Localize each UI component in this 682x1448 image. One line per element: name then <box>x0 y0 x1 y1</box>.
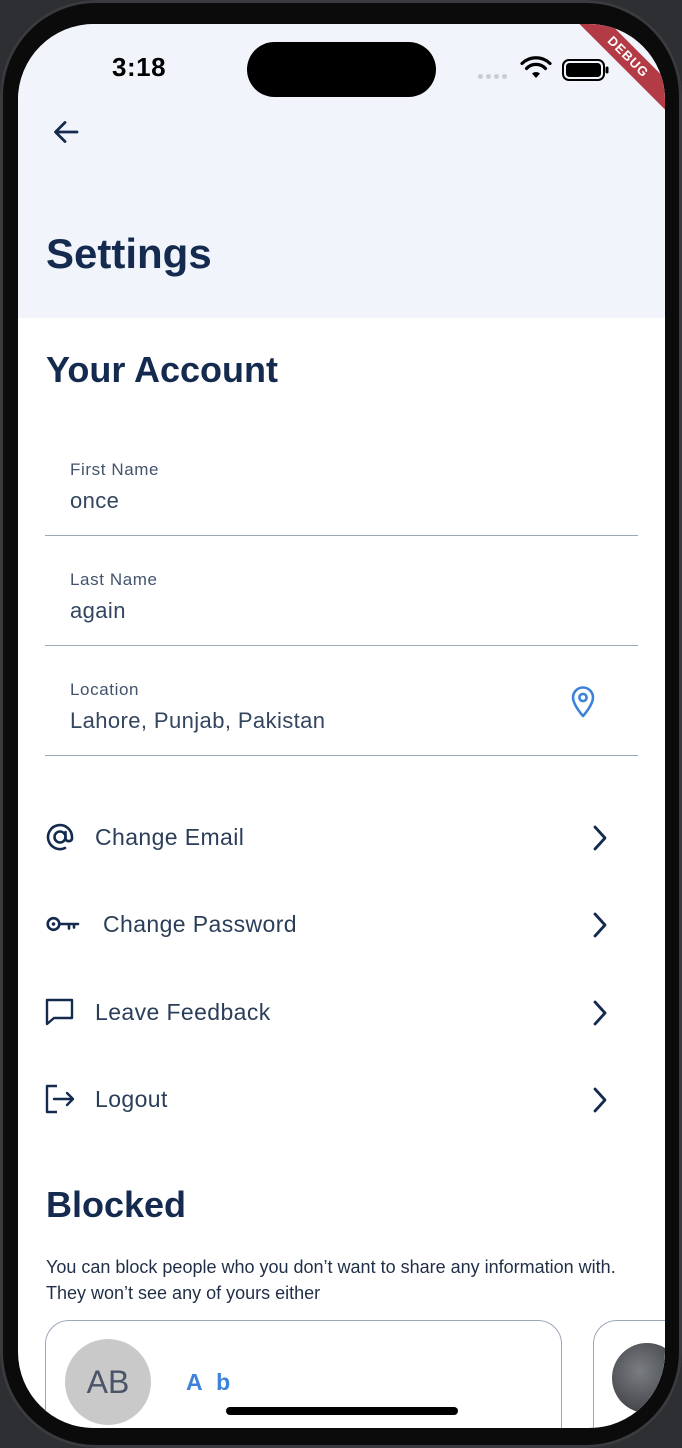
first-name-value: once <box>70 488 120 513</box>
app-bar: 3:18 DEBUG Settings <box>18 24 665 318</box>
page-title: Settings <box>46 230 212 277</box>
back-button[interactable] <box>48 114 84 150</box>
leave-feedback-label: Leave Feedback <box>95 999 271 1025</box>
logout-icon <box>45 1084 75 1114</box>
chevron-right-icon <box>593 1087 607 1113</box>
logout-label: Logout <box>95 1086 168 1112</box>
chevron-right-icon <box>593 912 607 938</box>
first-name-field[interactable]: First Name once <box>45 426 638 536</box>
leave-feedback-item[interactable]: Leave Feedback <box>45 983 638 1043</box>
location-pin-icon[interactable] <box>570 686 596 718</box>
wifi-icon <box>520 56 552 78</box>
dynamic-island <box>247 42 436 97</box>
cellular-signal-icon <box>478 74 507 79</box>
chevron-right-icon <box>593 1000 607 1026</box>
status-time: 3:18 <box>112 52 167 82</box>
phone-frame: 3:18 DEBUG Settings Your Account First N… <box>0 0 682 1448</box>
last-name-value: again <box>70 598 126 623</box>
location-value: Lahore, Punjab, Pakistan <box>70 708 326 733</box>
change-email-label: Change Email <box>95 824 245 850</box>
location-field[interactable]: Location Lahore, Punjab, Pakistan <box>45 646 638 756</box>
blocked-user-name: A b <box>186 1369 235 1395</box>
your-account-heading: Your Account <box>46 349 278 390</box>
home-indicator <box>226 1407 458 1415</box>
logout-item[interactable]: Logout <box>45 1070 638 1130</box>
battery-icon <box>562 59 609 81</box>
avatar <box>612 1343 665 1413</box>
app-screen: 3:18 DEBUG Settings Your Account First N… <box>18 24 665 1428</box>
blocked-user-card[interactable] <box>593 1320 665 1428</box>
chevron-right-icon <box>593 825 607 851</box>
last-name-field[interactable]: Last Name again <box>45 536 638 646</box>
at-icon <box>46 823 74 851</box>
last-name-label: Last Name <box>70 570 158 589</box>
chat-bubble-icon <box>45 998 74 1026</box>
key-icon <box>46 916 80 932</box>
change-email-item[interactable]: Change Email <box>45 808 638 868</box>
blocked-heading: Blocked <box>46 1184 187 1225</box>
avatar: AB <box>65 1339 151 1425</box>
arrow-left-icon <box>54 121 79 143</box>
location-label: Location <box>70 680 140 699</box>
blocked-description: You can block people who you don’t want … <box>46 1257 616 1303</box>
change-password-item[interactable]: Change Password <box>45 895 638 955</box>
change-password-label: Change Password <box>103 911 297 937</box>
first-name-label: First Name <box>70 460 160 479</box>
